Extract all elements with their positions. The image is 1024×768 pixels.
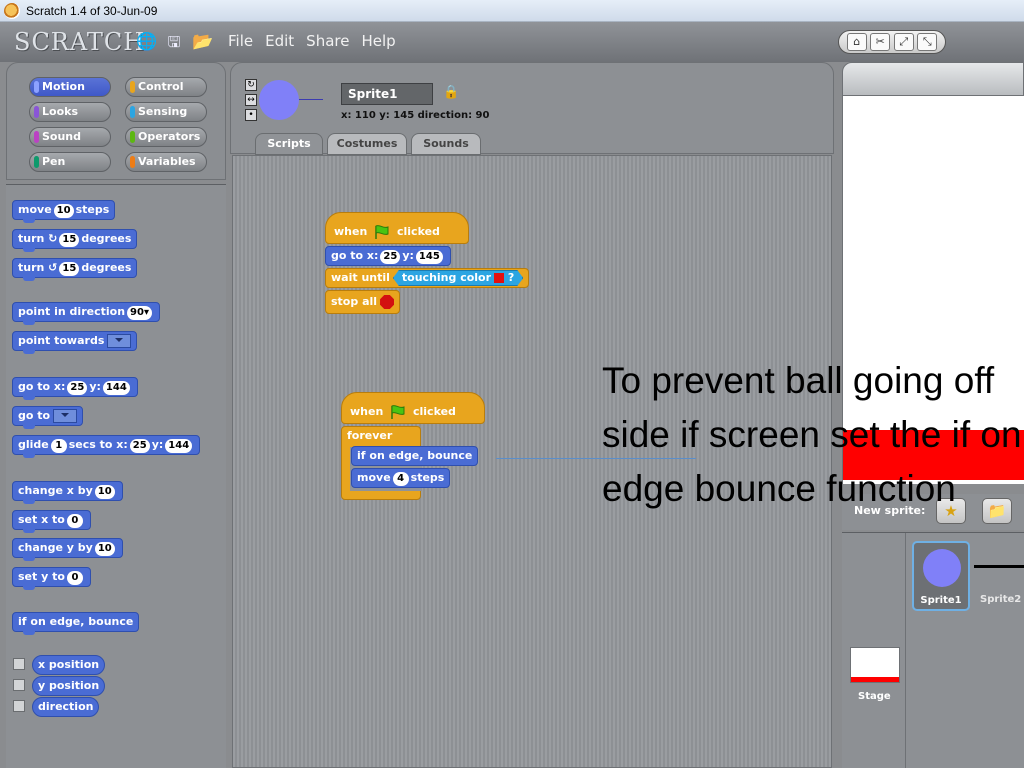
globe-icon[interactable]: 🌐 bbox=[136, 32, 157, 52]
sprite2-label[interactable]: Sprite2 bbox=[980, 594, 1021, 605]
sprite1-tile[interactable]: Sprite1 bbox=[912, 541, 970, 611]
menu-list: File Edit Share Help bbox=[228, 32, 396, 50]
block-palette: move 10 steps turn ↻ 15 degrees turn ↺ 15 degr… bbox=[6, 184, 226, 768]
block-set-y[interactable]: set y to 0 bbox=[12, 567, 91, 590]
tab-scripts[interactable]: Scripts bbox=[255, 133, 323, 155]
tab-costumes[interactable]: Costumes bbox=[327, 133, 407, 155]
when-flag-clicked-hat-2[interactable]: when clicked bbox=[341, 392, 485, 424]
forever-label: forever bbox=[347, 429, 393, 442]
sprite1-label: Sprite1 bbox=[920, 595, 962, 606]
reporter-x-position[interactable]: x position bbox=[32, 655, 106, 675]
category-pen[interactable]: Pen bbox=[29, 152, 111, 172]
block-point-towards[interactable]: point towards bbox=[12, 331, 138, 354]
sprite-position-info: x: 110 y: 145 direction: 90 bbox=[341, 110, 490, 121]
window-title-bar: Scratch 1.4 of 30-Jun-09 bbox=[0, 0, 1024, 22]
stage-toolbar bbox=[842, 62, 1024, 96]
no-rotate-icon[interactable]: • bbox=[245, 109, 257, 121]
sprite1-ball-thumbnail bbox=[923, 549, 961, 587]
block-point-in-direction[interactable]: point in direction 90▾ bbox=[12, 302, 160, 325]
category-looks[interactable]: Looks bbox=[29, 102, 111, 122]
block-turn-right[interactable]: turn ↻ 15 degrees bbox=[12, 229, 138, 252]
block-move-steps[interactable]: move 10 steps bbox=[12, 200, 116, 223]
category-variables[interactable]: Variables bbox=[125, 152, 207, 172]
x-position-checkbox[interactable] bbox=[13, 658, 25, 670]
direction-checkbox[interactable] bbox=[13, 700, 25, 712]
save-icon[interactable]: 🖫 bbox=[164, 32, 184, 52]
red-color-swatch[interactable] bbox=[494, 273, 504, 283]
script-move-steps[interactable]: move 4 steps bbox=[351, 468, 451, 488]
annotation-text: To prevent ball going off side if screen… bbox=[602, 360, 1022, 509]
sprite2-thumbnail[interactable] bbox=[974, 565, 1024, 568]
direction-line bbox=[299, 99, 323, 100]
toolbar-tools: ⌂ ✂ ⤢ ⤡ bbox=[838, 30, 946, 54]
block-go-to[interactable]: go to bbox=[12, 406, 84, 429]
y-position-checkbox[interactable] bbox=[13, 679, 25, 691]
script-if-on-edge-bounce[interactable]: if on edge, bounce bbox=[351, 446, 479, 466]
category-control[interactable]: Control bbox=[125, 77, 207, 97]
menu-share[interactable]: Share bbox=[306, 32, 349, 50]
duplicate-stamp-icon[interactable]: ⌂ bbox=[846, 33, 867, 51]
lock-icon[interactable]: 🔒 bbox=[443, 85, 459, 100]
category-motion[interactable]: Motion bbox=[29, 77, 111, 97]
rotate-all-icon[interactable]: ↻ bbox=[245, 79, 257, 91]
scratch-cat-icon bbox=[4, 2, 20, 19]
category-sensing[interactable]: Sensing bbox=[125, 102, 207, 122]
script-go-to-xy[interactable]: go to x: 25 y: 145 bbox=[325, 246, 451, 266]
sprite-name-field[interactable]: Sprite1 bbox=[341, 83, 433, 105]
block-glide[interactable]: glide 1 secs to x: 25 y: 144 bbox=[12, 435, 201, 458]
delete-scissors-icon[interactable]: ✂ bbox=[870, 33, 891, 51]
category-sound[interactable]: Sound bbox=[29, 127, 111, 147]
flip-left-right-icon[interactable]: ↔ bbox=[245, 94, 257, 106]
shrink-icon[interactable]: ⤡ bbox=[917, 33, 938, 51]
menu-file[interactable]: File bbox=[228, 32, 253, 50]
share-icon[interactable]: 📂 bbox=[192, 32, 213, 52]
block-if-on-edge-bounce[interactable]: if on edge, bounce bbox=[12, 612, 140, 635]
touching-color-sensor[interactable]: touching color ? bbox=[393, 270, 523, 286]
stage-thumbnail[interactable] bbox=[850, 647, 900, 683]
block-categories: Motion Control Looks Sensing Sound Opera… bbox=[6, 62, 226, 180]
sprite-thumbnail bbox=[259, 80, 299, 120]
go-to-dropdown[interactable] bbox=[53, 409, 78, 423]
block-set-x[interactable]: set x to 0 bbox=[12, 510, 91, 533]
sprite-info-panel: ↻ ↔ • Sprite1 🔒 x: 110 y: 145 direction:… bbox=[230, 62, 834, 155]
point-towards-dropdown[interactable] bbox=[107, 334, 132, 348]
menu-edit[interactable]: Edit bbox=[265, 32, 294, 50]
reporter-y-position[interactable]: y position bbox=[32, 676, 106, 696]
tab-sounds[interactable]: Sounds bbox=[411, 133, 481, 155]
window-title: Scratch 1.4 of 30-Jun-09 bbox=[26, 3, 158, 18]
block-turn-left[interactable]: turn ↺ 15 degrees bbox=[12, 258, 138, 281]
when-flag-clicked-hat[interactable]: when clicked bbox=[325, 212, 469, 244]
sprite-list: Stage Sprite1 Sprite2 bbox=[842, 532, 1024, 768]
green-flag-icon bbox=[391, 405, 405, 419]
green-flag-icon bbox=[375, 225, 389, 239]
stage-column: Stage bbox=[842, 533, 906, 768]
menu-bar: SCRATCH 🌐 🖫 📂 File Edit Share Help ⌂ ✂ ⤢… bbox=[0, 22, 1024, 62]
stage-label: Stage bbox=[858, 691, 891, 702]
script-stop-all[interactable]: stop all bbox=[325, 290, 401, 314]
block-go-to-xy[interactable]: go to x: 25 y: 144 bbox=[12, 377, 138, 400]
block-change-x[interactable]: change x by 10 bbox=[12, 481, 123, 504]
block-change-y[interactable]: change y by 10 bbox=[12, 538, 123, 561]
stop-sign-icon bbox=[380, 295, 395, 309]
script-wait-until[interactable]: wait until touching color ? bbox=[325, 268, 530, 288]
category-operators[interactable]: Operators bbox=[125, 127, 207, 147]
grow-icon[interactable]: ⤢ bbox=[893, 33, 914, 51]
menu-help[interactable]: Help bbox=[361, 32, 395, 50]
scratch-logo: SCRATCH bbox=[14, 28, 146, 56]
reporter-direction[interactable]: direction bbox=[32, 697, 100, 717]
